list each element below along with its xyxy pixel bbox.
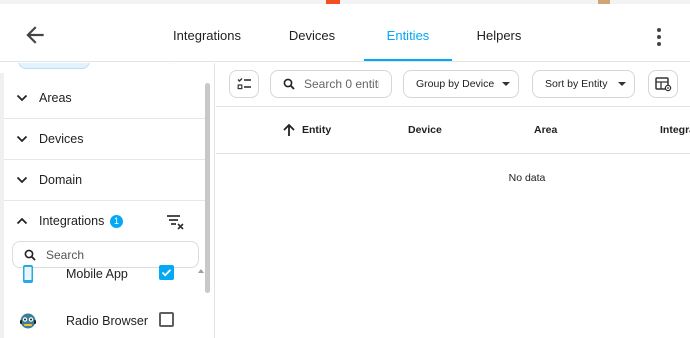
entity-search-input[interactable]: Search 0 entities [270, 70, 392, 98]
tab-helpers[interactable]: Helpers [462, 4, 536, 61]
mobile-phone-icon [23, 265, 33, 283]
tab-integrations[interactable]: Integrations [162, 4, 252, 61]
filter-label: Devices [39, 132, 84, 146]
sort-by-dropdown[interactable]: Sort by Entity [532, 70, 635, 98]
radio-robot-icon [20, 313, 36, 329]
selection-mode-button[interactable] [229, 70, 259, 98]
active-tab-indicator [364, 59, 452, 61]
filter-label: Areas [39, 91, 72, 105]
filter-count-badge: 1 [110, 215, 123, 228]
tab-devices[interactable]: Devices [272, 4, 352, 61]
mobile-app-checkbox[interactable] [159, 265, 174, 280]
group-by-label: Group by Device [416, 78, 495, 90]
clear-chip-icon[interactable]: ✕ [168, 63, 178, 67]
tab-label: Helpers [476, 28, 522, 43]
filter-domain[interactable]: Domain [4, 160, 205, 201]
more-vert-icon[interactable] [650, 26, 668, 48]
filter-areas[interactable]: Areas [4, 78, 205, 119]
column-header-device[interactable]: Device [408, 107, 442, 153]
sort-by-label: Sort by Entity [545, 78, 608, 90]
radio-browser-checkbox[interactable] [159, 312, 174, 327]
empty-table-message: No data [508, 172, 546, 184]
integration-label: Radio Browser [66, 314, 148, 328]
chevron-up-icon [16, 217, 28, 225]
filters-sidebar: ✕ Areas Devices Domain Integrations 1 Se… [0, 63, 215, 338]
group-by-dropdown[interactable]: Group by Device [403, 70, 519, 98]
search-placeholder: Search 0 entities [304, 77, 379, 91]
tab-label: Devices [288, 28, 336, 43]
column-header-area[interactable]: Area [534, 107, 557, 153]
sidebar-scrollbar[interactable] [205, 83, 210, 293]
table-cog-icon [655, 77, 672, 92]
chevron-down-icon [16, 135, 28, 143]
sort-ascending-arrow-icon[interactable] [282, 123, 296, 137]
filter-devices[interactable]: Devices [4, 119, 205, 160]
integration-label: Mobile App [66, 267, 128, 281]
table-header-row: Entity Device Area Integration [216, 106, 690, 154]
table-settings-button[interactable] [648, 70, 678, 98]
checklist-icon [237, 78, 251, 90]
integration-item-mobile-app[interactable]: Mobile App [4, 260, 205, 290]
filter-integrations[interactable]: Integrations 1 [4, 201, 205, 242]
filter-chip[interactable] [18, 63, 90, 69]
tab-label: Entities [386, 28, 430, 43]
chevron-down-icon [16, 176, 28, 184]
filter-label: Domain [39, 173, 83, 187]
back-arrow-icon[interactable] [22, 22, 48, 48]
integration-item-radio-browser[interactable]: Radio Browser [4, 307, 205, 337]
top-app-bar: Integrations Devices Entities Helpers [0, 4, 690, 62]
filter-label: Integrations [39, 214, 105, 228]
tab-entities[interactable]: Entities [364, 4, 452, 61]
column-header-entity[interactable]: Entity [302, 107, 331, 153]
dropdown-arrow-icon [618, 82, 626, 86]
column-header-integration[interactable]: Integration [660, 107, 690, 153]
chevron-down-icon [16, 94, 28, 102]
tab-label: Integrations [173, 28, 241, 43]
dropdown-arrow-icon [502, 82, 510, 86]
filter-remove-icon[interactable] [166, 214, 184, 230]
data-table-toolbar: Search 0 entities Group by Device Sort b… [216, 63, 690, 106]
checkmark-icon [161, 269, 172, 277]
search-icon [283, 78, 295, 90]
